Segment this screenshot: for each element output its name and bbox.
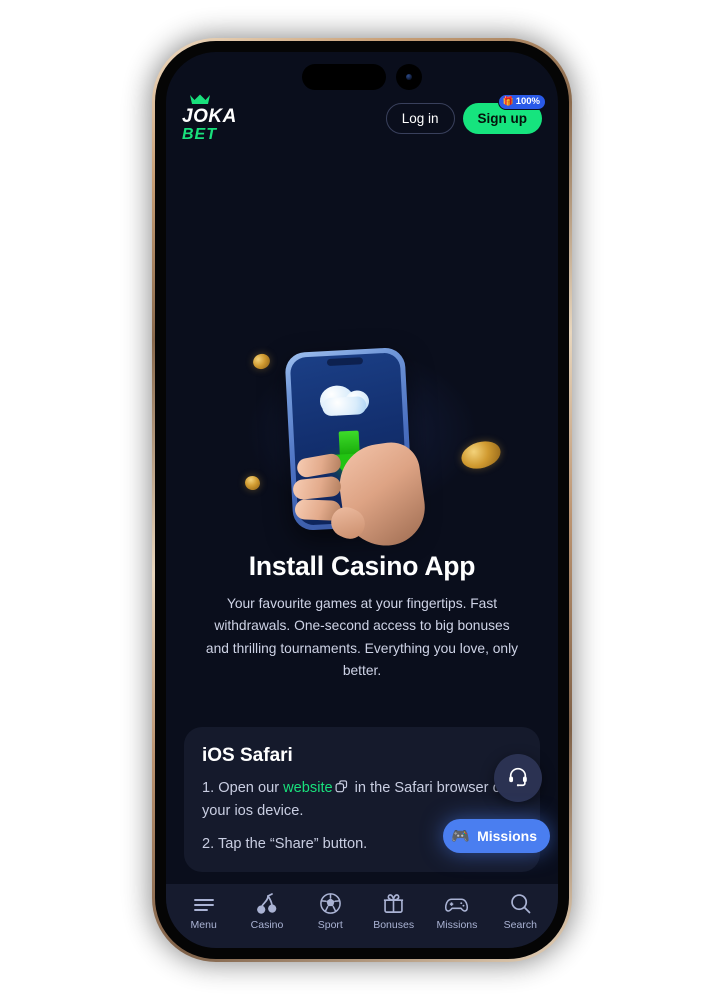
headset-icon	[507, 765, 529, 792]
cloud-icon	[311, 379, 383, 419]
signup-button-wrapper: Sign up 🎁 100%	[462, 93, 546, 134]
hand-finger	[292, 475, 342, 501]
login-button[interactable]: Log in	[385, 102, 455, 134]
logo-text-joka: JOKA	[182, 106, 237, 127]
external-link-icon	[335, 779, 348, 801]
hero-section: Install Casino App Your favourite games …	[166, 342, 558, 682]
nav-label-search: Search	[503, 919, 537, 931]
install-card-title: iOS Safari	[202, 745, 293, 766]
bottom-navigation-bar: Menu Casino Sport Bonuses Missions Searc…	[166, 884, 558, 948]
soccer-ball-icon	[319, 893, 342, 915]
support-chat-button[interactable]	[494, 754, 542, 802]
missions-floating-button[interactable]: 🎮 Missions	[443, 819, 550, 853]
signup-bonus-badge: 🎁 100%	[498, 93, 546, 110]
jokabet-logo[interactable]: JOKA BET	[182, 93, 237, 143]
nav-item-sport[interactable]: Sport	[305, 893, 355, 931]
dynamic-island	[302, 64, 386, 90]
phone-bezel: JOKA BET Log in Sign up 🎁 100% Install C…	[155, 41, 569, 959]
hero-subtitle: Your favourite games at your fingertips.…	[205, 596, 519, 679]
phone-device-frame: JOKA BET Log in Sign up 🎁 100% Install C…	[152, 38, 572, 962]
gamepad-icon: 🎮	[451, 827, 471, 845]
nav-label-menu: Menu	[190, 919, 217, 931]
hero-illustration	[237, 342, 504, 552]
nav-label-bonuses: Bonuses	[373, 919, 415, 931]
nav-item-missions[interactable]: Missions	[432, 893, 482, 931]
nav-label-casino: Casino	[250, 919, 284, 931]
gift-icon: 🎁	[502, 96, 514, 106]
hero-title: Install Casino App	[248, 551, 476, 581]
dynamic-island-area	[166, 64, 558, 90]
app-header: JOKA BET Log in Sign up 🎁 100%	[166, 92, 558, 144]
screenshot-stage: JOKA BET Log in Sign up 🎁 100% Install C…	[0, 0, 723, 1000]
nav-label-missions: Missions	[436, 919, 478, 931]
hand-finger	[295, 452, 343, 479]
illustration-phone-notch	[326, 357, 364, 367]
cherries-icon	[255, 893, 279, 915]
illustration-hand	[271, 434, 431, 552]
nav-item-casino[interactable]: Casino	[242, 893, 292, 931]
hamburger-menu-icon	[192, 893, 216, 915]
missions-floating-label: Missions	[477, 828, 537, 844]
gift-box-icon	[382, 893, 405, 915]
gamepad-icon	[444, 893, 469, 915]
nav-item-search[interactable]: Search	[495, 893, 545, 931]
install-step-1-prefix: 1. Open our	[202, 780, 284, 796]
logo-text-bet: BET	[182, 126, 217, 143]
website-link[interactable]: website	[283, 780, 332, 796]
front-camera-icon	[396, 64, 422, 90]
phone-screen: JOKA BET Log in Sign up 🎁 100% Install C…	[166, 52, 558, 948]
nav-label-sport: Sport	[317, 919, 343, 931]
install-step-1: 1. Open our website in the Safari browse…	[202, 778, 522, 823]
nav-item-menu[interactable]: Menu	[179, 893, 229, 931]
signup-bonus-badge-text: 100%	[515, 96, 540, 107]
magnifier-icon	[509, 893, 532, 915]
nav-item-bonuses[interactable]: Bonuses	[369, 893, 419, 931]
header-actions: Log in Sign up 🎁 100%	[385, 93, 546, 134]
